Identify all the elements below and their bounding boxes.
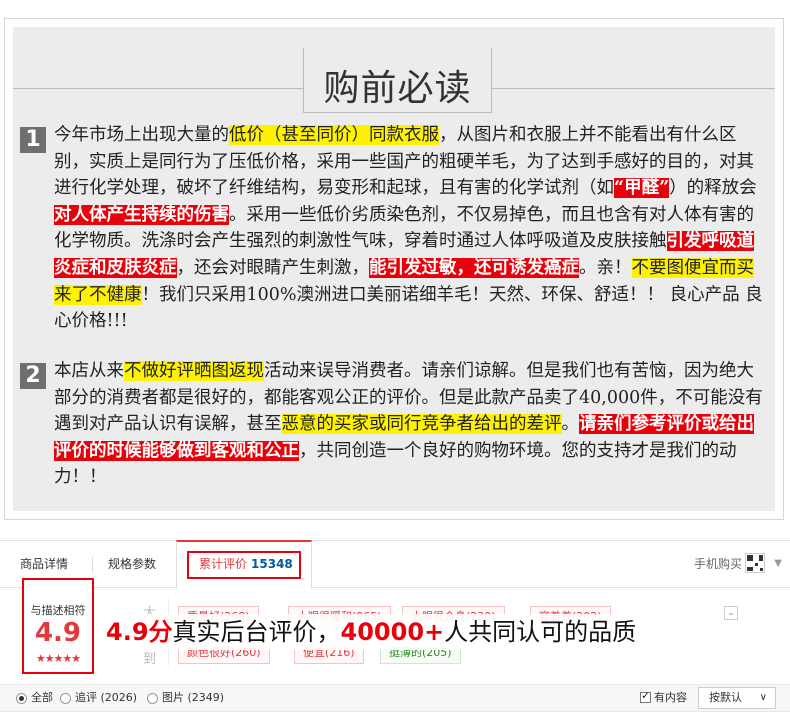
filter-images-label[interactable]: 图片 (2349) <box>162 685 224 711</box>
rating-score: 4.9 <box>34 618 82 648</box>
qr-code-icon[interactable] <box>745 553 765 573</box>
mobile-buy-link[interactable]: 手机购买 <box>694 541 742 587</box>
has-content-checkbox[interactable] <box>640 689 651 703</box>
paragraph-text: 今年市场上出现大量的 <box>54 125 229 145</box>
reviews-count: 15348 <box>251 557 293 571</box>
yellow-highlight-text: 不做好评晒图返现 <box>124 361 264 381</box>
chevron-down-icon[interactable]: ⌄ <box>724 606 738 620</box>
has-content-label[interactable]: 有内容 <box>654 685 687 711</box>
red-highlight-text: 对人体产生持续的伤害 <box>54 204 229 225</box>
caption-count: 40000+ <box>340 618 445 646</box>
paragraph-text: ，还会对眼睛产生刺激， <box>176 257 370 278</box>
impression-side-label: 到 <box>143 652 157 667</box>
red-highlight-text: 能引发过敏，还可诱发癌症 <box>369 257 579 278</box>
sort-select-value: 按默认 <box>709 691 742 704</box>
chevron-down-icon: ∨ <box>759 692 767 703</box>
notice-paragraph-2: 本店从来不做好评晒图返现活动来误导消费者。请亲们谅解。但是我们也有苦恼，因为绝大… <box>54 358 768 491</box>
notice-paragraph-1: 今年市场上出现大量的低价（甚至同价）同款衣服，从图片和衣服上并不能看出有什么区别… <box>54 122 768 335</box>
tab-reviews-label: 累计评价 15348 <box>199 557 293 571</box>
chevron-down-icon[interactable]: ▼ <box>774 541 782 587</box>
section-number-badge: 2 <box>20 363 46 389</box>
tab-reviews[interactable]: 累计评价 15348 <box>176 540 312 589</box>
promo-caption: 4.9分真实后台评价，40000+人共同认可的品质 <box>106 614 637 650</box>
caption-text: 真实后台评价， <box>172 618 341 646</box>
caption-score: 4.9分 <box>106 618 173 646</box>
paragraph-text: ）的释放会 <box>669 178 757 199</box>
yellow-highlight-text: 恶意的买家或同行竞争者给出的差评 <box>281 414 562 435</box>
red-highlight-text: “甲醛” <box>614 178 670 199</box>
paragraph-text: ！我们只采用100%澳洲进口美丽诺细羊毛！天然、环保、舒适！！ 良心产品 良心价… <box>54 284 763 332</box>
caption-text: 人共同认可的品质 <box>444 618 637 646</box>
tab-specifications[interactable]: 规格参数 <box>108 541 156 587</box>
filter-all-radio[interactable] <box>16 693 27 704</box>
rating-stars: ★★★★★ <box>35 652 81 665</box>
section-number-badge: 1 <box>20 127 46 153</box>
filter-images-radio[interactable] <box>147 693 158 704</box>
paragraph-text: 。亲！ <box>579 257 632 278</box>
review-filter-bar: 全部 追评 (2026) 图片 (2349) 有内容 按默认 ∨ <box>0 684 790 712</box>
rating-label: 与描述相符 <box>30 604 86 617</box>
paragraph-text: 。 <box>561 414 580 435</box>
notice-title: 购前必读 <box>323 68 472 109</box>
tab-divider <box>92 557 93 573</box>
paragraph-text: 本店从来 <box>54 361 124 381</box>
detail-tabs-bar: 商品详情 规格参数 累计评价 15348 手机购买 ▼ <box>0 540 790 589</box>
filter-followup-radio[interactable] <box>60 693 71 704</box>
rating-summary: 与描述相符 4.9 ★★★★★ <box>22 578 94 674</box>
title-box: 购前必读 <box>303 47 492 113</box>
sort-select[interactable]: 按默认 ∨ <box>698 687 776 709</box>
yellow-highlight-text: 低价（甚至同价）同款衣服 <box>229 125 439 145</box>
filter-all-label[interactable]: 全部 <box>31 685 53 711</box>
filter-followup-label[interactable]: 追评 (2026) <box>75 685 137 711</box>
